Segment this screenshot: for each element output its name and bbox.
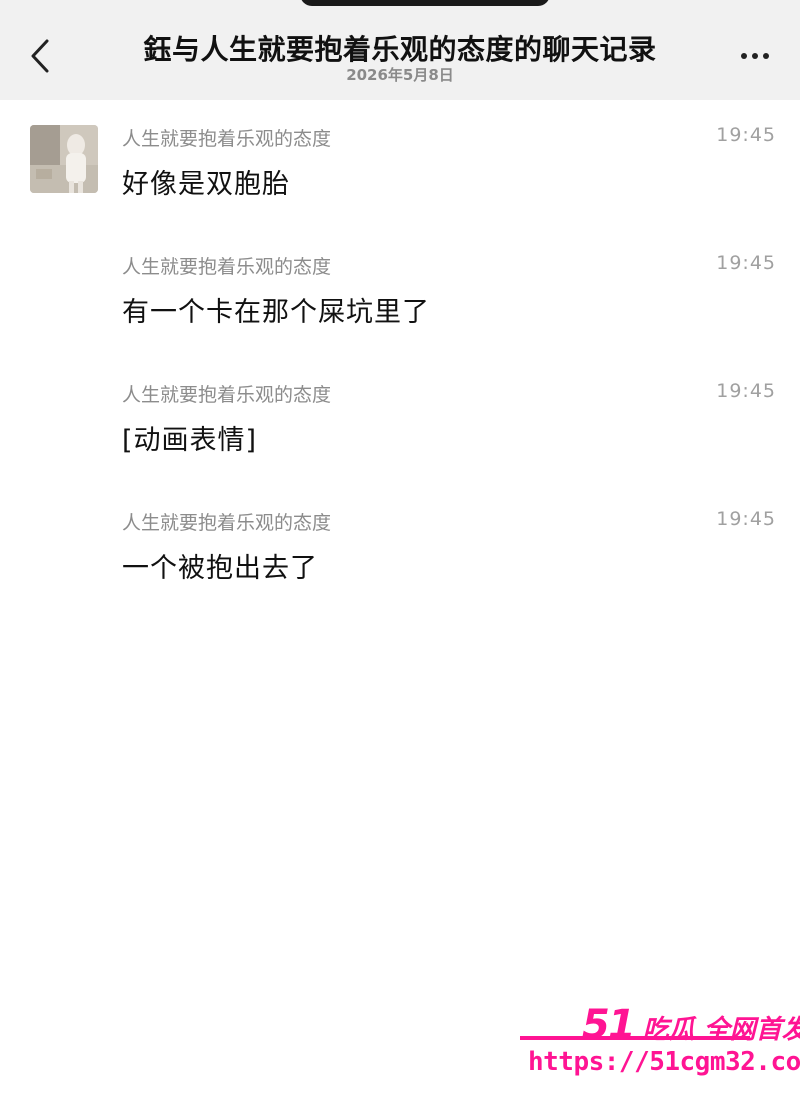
message-item[interactable]: 人生就要抱着乐观的态度 19:45 好像是双胞胎: [0, 100, 800, 228]
watermark-brand-text: 吃瓜 全网首发: [642, 1015, 800, 1045]
watermark-brand: 51 吃瓜 全网首发: [582, 1002, 800, 1048]
message-sender: 人生就要抱着乐观的态度: [122, 256, 332, 278]
avatar[interactable]: [30, 125, 98, 193]
message-text: [动画表情]: [122, 425, 258, 456]
message-item[interactable]: 人生就要抱着乐观的态度 19:45 有一个卡在那个屎坑里了: [0, 228, 800, 356]
avatar-photo: [30, 125, 98, 193]
message-time: 19:45: [716, 124, 776, 146]
message-time: 19:45: [716, 380, 776, 402]
message-text: 好像是双胞胎: [122, 169, 290, 200]
watermark-number: 51: [582, 1002, 636, 1048]
more-horizontal-icon: [741, 53, 747, 59]
message-time: 19:45: [716, 508, 776, 530]
message-time: 19:45: [716, 252, 776, 274]
watermark-url: https://51cgm32.com: [528, 1047, 800, 1077]
watermark-divider: [520, 1036, 750, 1040]
message-sender: 人生就要抱着乐观的态度: [122, 384, 332, 406]
message-sender: 人生就要抱着乐观的态度: [122, 512, 332, 534]
phone-notch: [300, 0, 550, 6]
message-item[interactable]: 人生就要抱着乐观的态度 19:45 [动画表情]: [0, 356, 800, 484]
message-sender: 人生就要抱着乐观的态度: [122, 128, 332, 150]
chat-header: 鈺与人生就要抱着乐观的态度的聊天记录 2026年5月8日: [0, 0, 800, 100]
message-text: 有一个卡在那个屎坑里了: [122, 297, 430, 328]
message-text: 一个被抱出去了: [122, 553, 318, 584]
chat-title: 鈺与人生就要抱着乐观的态度的聊天记录: [143, 33, 657, 66]
chat-date: 2026年5月8日: [346, 66, 454, 84]
more-options-button[interactable]: [730, 36, 780, 76]
message-list: 人生就要抱着乐观的态度 19:45 好像是双胞胎 人生就要抱着乐观的态度 19:…: [0, 100, 800, 612]
message-item[interactable]: 人生就要抱着乐观的态度 19:45 一个被抱出去了: [0, 484, 800, 612]
